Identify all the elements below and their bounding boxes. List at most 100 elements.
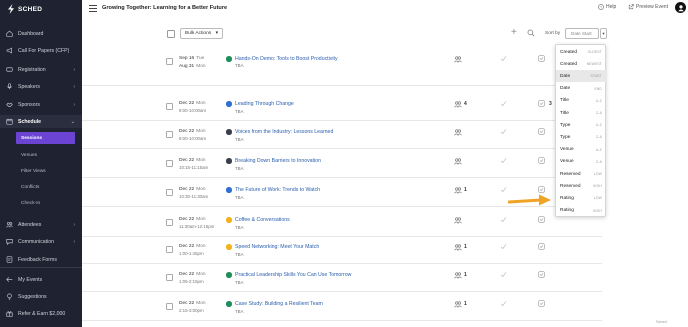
session-title[interactable]: Coffee & Conversations <box>235 217 290 223</box>
checkin-icon[interactable] <box>500 55 507 64</box>
session-date: Sep 16 Tue <box>179 56 205 61</box>
avatar[interactable] <box>675 2 686 13</box>
attendees-icon[interactable] <box>454 56 462 65</box>
sidebar-item-suggestions[interactable]: Suggestions <box>0 290 82 303</box>
row-checkbox[interactable] <box>166 160 173 167</box>
rating-icon[interactable] <box>538 243 545 252</box>
search-icon[interactable] <box>527 29 535 39</box>
sort-option-type-a-z[interactable]: Type A-Z <box>556 119 607 131</box>
preview-event-button[interactable]: Preview Event <box>628 4 668 10</box>
sort-option-type-z-a[interactable]: Type Z-A <box>556 131 607 143</box>
sort-option-date-end[interactable]: Date END <box>556 83 607 95</box>
rating-icon[interactable] <box>538 216 545 225</box>
attendees-icon[interactable] <box>454 272 462 281</box>
session-title[interactable]: Case Study: Building a Resilient Team <box>235 301 323 307</box>
table-row[interactable]: Dec 22 Mon 9:00-10:00am Voices from the Ind… <box>82 125 602 149</box>
rating-icon[interactable] <box>538 100 545 109</box>
sidebar-subitem-venues[interactable]: Venues <box>0 149 82 161</box>
sort-option-created-oldest[interactable]: Created OLDEST <box>556 46 607 58</box>
select-all-checkbox[interactable] <box>167 30 175 38</box>
sidebar-item-dashboard[interactable]: Dashboard <box>0 27 82 40</box>
checkin-icon[interactable] <box>500 186 507 195</box>
sort-option-reserved-high[interactable]: Reserved HIGH <box>556 180 607 192</box>
row-checkbox[interactable] <box>166 246 173 253</box>
sort-option-title-z-a[interactable]: Title Z-A <box>556 107 607 119</box>
table-row[interactable]: Dec 22 Mon 9:00-10:00am Leading Through Cha… <box>82 97 602 121</box>
sort-option-rating-low[interactable]: Rating LOW <box>556 192 607 204</box>
sidebar-item-refer-earn-2-000[interactable]: Refer & Earn $2,000 <box>0 307 82 320</box>
session-title[interactable]: Voices from the Industry: Lessons Learne… <box>235 129 333 135</box>
session-title[interactable]: Breaking Down Barriers to Innovation <box>235 158 321 164</box>
home-icon <box>6 30 13 37</box>
chevron-icon: › <box>73 83 75 90</box>
row-checkbox[interactable] <box>166 303 173 310</box>
sidebar-divider <box>0 267 82 268</box>
row-checkbox[interactable] <box>166 189 173 196</box>
session-title[interactable]: Practical Leadership Skills You Can Use … <box>235 272 351 278</box>
sidebar-item-my-events[interactable]: My Events <box>0 273 82 286</box>
sidebar-item-attendees[interactable]: Attendees › <box>0 218 82 231</box>
table-row[interactable]: Dec 22 Mon 10:15-11:15am Breaking Down Barr… <box>82 154 602 178</box>
attendees-icon[interactable] <box>454 129 462 138</box>
add-session-icon[interactable]: + <box>511 28 517 38</box>
sidebar-subitem-check-in[interactable]: Check-In <box>0 197 82 209</box>
session-title[interactable]: Hands-On Demo: Tools to Boost Productivi… <box>235 56 338 62</box>
checkin-icon[interactable] <box>500 128 507 137</box>
help-button[interactable]: ? Help <box>598 4 616 10</box>
sort-option-rating-high[interactable]: Rating HIGH <box>556 205 607 217</box>
table-row[interactable]: Dec 22 Mon 1:05-2:15pm Practical Leadership… <box>82 268 602 292</box>
attendees-icon[interactable] <box>454 217 462 226</box>
sidebar-item-sponsors[interactable]: Sponsors › <box>0 98 82 111</box>
rating-icon[interactable] <box>538 157 545 166</box>
attendees-icon[interactable] <box>454 158 462 167</box>
sidebar-subitem-sessions[interactable]: Sessions <box>16 132 75 144</box>
row-checkbox[interactable] <box>166 103 173 110</box>
sort-select[interactable]: Date Start <box>565 28 599 39</box>
table-row[interactable]: Dec 22 Mon 11:30am-12:15pm Coffee & Convers… <box>82 213 602 237</box>
session-time: 9:00-10:00am <box>179 136 207 141</box>
menu-icon[interactable] <box>89 5 97 14</box>
row-checkbox[interactable] <box>166 274 173 281</box>
sort-dropdown-toggle[interactable]: ▾ <box>600 28 607 39</box>
sidebar-item-label: Sponsors <box>18 101 40 108</box>
checkin-icon[interactable] <box>500 100 507 109</box>
session-title[interactable]: Speed Networking: Meet Your Match <box>235 244 319 250</box>
table-row[interactable]: Dec 22 Mon 1:00-1:45pm Speed Networking: Me… <box>82 240 602 264</box>
sort-option-created-newest[interactable]: Created NEWEST <box>556 58 607 70</box>
rating-icon[interactable] <box>538 300 545 309</box>
sort-option-date-start[interactable]: Date START <box>556 70 607 83</box>
row-checkbox[interactable] <box>166 131 173 138</box>
attendees-icon[interactable] <box>454 101 462 110</box>
sidebar-item-feedback-forms[interactable]: Feedback Forms <box>0 253 82 266</box>
rating-icon[interactable] <box>538 271 545 280</box>
checkin-icon[interactable] <box>500 271 507 280</box>
sort-option-venue-z-a[interactable]: Venue Z-A <box>556 156 607 168</box>
rating-icon[interactable] <box>538 55 545 64</box>
attendees-icon[interactable] <box>454 244 462 253</box>
sort-option-title-a-z[interactable]: Title A-Z <box>556 95 607 107</box>
sidebar-item-schedule[interactable]: Schedule ⌄ <box>0 115 82 128</box>
rating-icon[interactable] <box>538 128 545 137</box>
checkin-icon[interactable] <box>500 157 507 166</box>
checkin-icon[interactable] <box>500 243 507 252</box>
sidebar-item-call-for-papers-cfp[interactable]: Call For Papers (CFP) <box>0 44 82 57</box>
row-checkbox[interactable] <box>166 219 173 226</box>
bulk-actions-button[interactable]: Bulk Actions ▾ <box>180 28 223 39</box>
brand[interactable]: SCHED <box>0 0 82 18</box>
sidebar-item-registration[interactable]: Registration › <box>0 63 82 76</box>
session-title[interactable]: Leading Through Change <box>235 101 294 107</box>
row-checkbox[interactable] <box>166 58 173 65</box>
attendees-icon[interactable] <box>454 187 462 196</box>
sidebar-item-communication[interactable]: Communication › <box>0 235 82 248</box>
attendees-icon[interactable] <box>454 301 462 310</box>
sidebar-subitem-filter-views[interactable]: Filter Views <box>0 165 82 177</box>
checkin-icon[interactable] <box>500 300 507 309</box>
sort-option-reserved-low[interactable]: Reserved LOW <box>556 168 607 180</box>
session-title[interactable]: The Future of Work: Trends to Watch <box>235 187 320 193</box>
checkin-icon[interactable] <box>500 216 507 225</box>
table-row[interactable]: Dec 22 Mon 2:15-3:00pm Case Study: Building… <box>82 297 602 321</box>
sidebar-subitem-conflicts[interactable]: Conflicts <box>0 181 82 193</box>
table-row[interactable]: Sep 16 Tue Aug 31 Mon Hands-On Demo: Tools t… <box>82 52 602 86</box>
sort-option-venue-a-z[interactable]: Venue A-Z <box>556 144 607 156</box>
sidebar-item-speakers[interactable]: Speakers › <box>0 80 82 93</box>
